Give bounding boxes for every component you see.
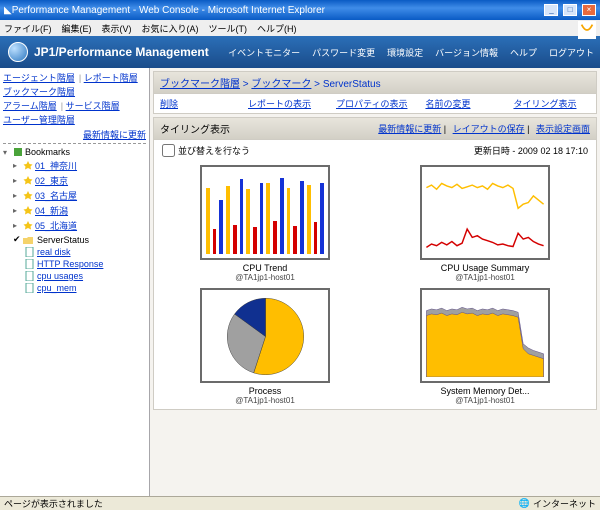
act-prop[interactable]: プロパティの表示 [336,97,407,110]
page-icon [25,259,35,269]
tree-folder[interactable]: ▸01_神奈川 [3,158,146,173]
tree-leaf[interactable]: cpu usages [3,270,146,282]
top-nav: イベントモニター パスワード変更 環境設定 バージョン情報 ヘルプ ログアウト [222,42,600,63]
star-icon [23,206,33,216]
globe-icon [8,42,28,62]
minimize-button[interactable]: _ [544,4,558,16]
menu-edit[interactable]: 編集(E) [62,22,92,35]
folder-open-icon [23,235,33,245]
chart-cpu-trend[interactable]: CPU Trend @TA1jp1-host01 [173,165,358,282]
ie-logo-icon [578,21,596,35]
act-tiling[interactable]: タイリング表示 [513,97,583,110]
nav-password[interactable]: パスワード変更 [306,42,381,63]
zone-text: インターネット [533,497,596,510]
tree-selected[interactable]: ✔ServerStatus [3,233,146,246]
action-links: 削除 レポートの表示 プロパティの表示 名前の変更 タイリング表示 [154,94,596,113]
tree-root[interactable]: ▾Bookmarks [3,146,146,158]
act-report[interactable]: レポートの表示 [248,97,318,110]
tiling-panel: タイリング表示 最新情報に更新 | レイアウトの保存 | 表示設定画面 並び替え… [153,117,597,410]
menu-fav[interactable]: お気に入り(A) [142,22,199,35]
ie-menubar: ファイル(F) 編集(E) 表示(V) お気に入り(A) ツール(T) ヘルプ(… [0,20,600,36]
star-icon [23,176,33,186]
close-button[interactable]: × [582,4,596,16]
chart-grid: CPU Trend @TA1jp1-host01 CPU Usage Summa… [154,161,596,409]
app-header: JP1/Performance Management イベントモニター パスワー… [0,36,600,68]
bookmark-tree: ▾Bookmarks ▸01_神奈川▸02_東京▸03_名古屋▸04_新潟▸05… [3,146,146,294]
window-title: Performance Management - Web Console - M… [12,5,543,16]
page-icon [25,283,35,293]
tree-leaf[interactable]: HTTP Response [3,258,146,270]
breadcrumb: ブックマーク階層 > ブックマーク > ServerStatus [154,72,596,94]
menu-tools[interactable]: ツール(T) [209,22,248,35]
tiling-title: タイリング表示 [160,121,230,136]
tl-settings[interactable]: 表示設定画面 [536,124,590,134]
chart-cpu-usage[interactable]: CPU Usage Summary @TA1jp1-host01 [393,165,578,282]
menu-help[interactable]: ヘルプ(H) [257,22,297,35]
tree-leaf[interactable]: cpu_mem [3,282,146,294]
window-controls: _ □ × [542,4,596,16]
tree-folder[interactable]: ▸03_名古屋 [3,188,146,203]
window-titlebar: ◣ Performance Management - Web Console -… [0,0,600,20]
tab-bookmark[interactable]: ブックマーク階層 [3,87,75,97]
star-icon [23,221,33,231]
sidebar: エージェント階層| レポート階層 ブックマーク階層 アラーム階層| サービス階層… [0,68,150,496]
breadcrumb-panel: ブックマーク階層 > ブックマーク > ServerStatus 削除 レポート… [153,71,597,114]
act-rename[interactable]: 名前の変更 [425,97,495,110]
page-icon [25,247,35,257]
tree-folder[interactable]: ▸04_新潟 [3,203,146,218]
maximize-button[interactable]: □ [563,4,577,16]
status-text: ページが表示されました [4,497,103,510]
tree-leaf[interactable]: real disk [3,246,146,258]
sort-label: 並び替えを行なう [178,144,250,157]
app-icon: ◣ [4,5,12,16]
chart-memory[interactable]: System Memory Det... @TA1jp1-host01 [393,288,578,405]
tl-refresh[interactable]: 最新情報に更新 [378,124,441,134]
timestamp: 更新日時 - 2009 02 18 17:10 [474,144,588,157]
book-icon [13,147,23,157]
nav-logout[interactable]: ログアウト [543,42,600,63]
sidebar-refresh[interactable]: 最新情報に更新 [83,130,146,140]
tl-save[interactable]: レイアウトの保存 [453,124,525,134]
star-icon [23,191,33,201]
nav-env[interactable]: 環境設定 [381,42,429,63]
statusbar: ページが表示されました 🌐インターネット [0,496,600,510]
main-area: ブックマーク階層 > ブックマーク > ServerStatus 削除 レポート… [150,68,600,496]
check-icon: ✔ [13,234,21,245]
tree-folder[interactable]: ▸02_東京 [3,173,146,188]
tab-alarm[interactable]: アラーム階層 [3,101,57,111]
tab-report[interactable]: レポート階層 [84,73,138,83]
app-title: JP1/Performance Management [34,45,209,59]
tree-folder[interactable]: ▸05_北海道 [3,218,146,233]
tab-agent[interactable]: エージェント階層 [3,73,75,83]
nav-event[interactable]: イベントモニター [222,42,306,63]
menu-file[interactable]: ファイル(F) [4,22,52,35]
internet-icon: 🌐 [519,498,530,509]
star-icon [23,161,33,171]
brand: JP1/Performance Management [0,42,217,62]
menu-view[interactable]: 表示(V) [102,22,132,35]
act-delete[interactable]: 削除 [160,97,230,110]
tab-service[interactable]: サービス階層 [66,101,120,111]
chart-process[interactable]: Process @TA1jp1-host01 [173,288,358,405]
nav-help[interactable]: ヘルプ [504,42,543,63]
tab-user[interactable]: ユーザー管理階層 [3,115,75,125]
nav-version[interactable]: バージョン情報 [429,42,504,63]
sort-checkbox[interactable] [162,144,175,157]
page-icon [25,271,35,281]
